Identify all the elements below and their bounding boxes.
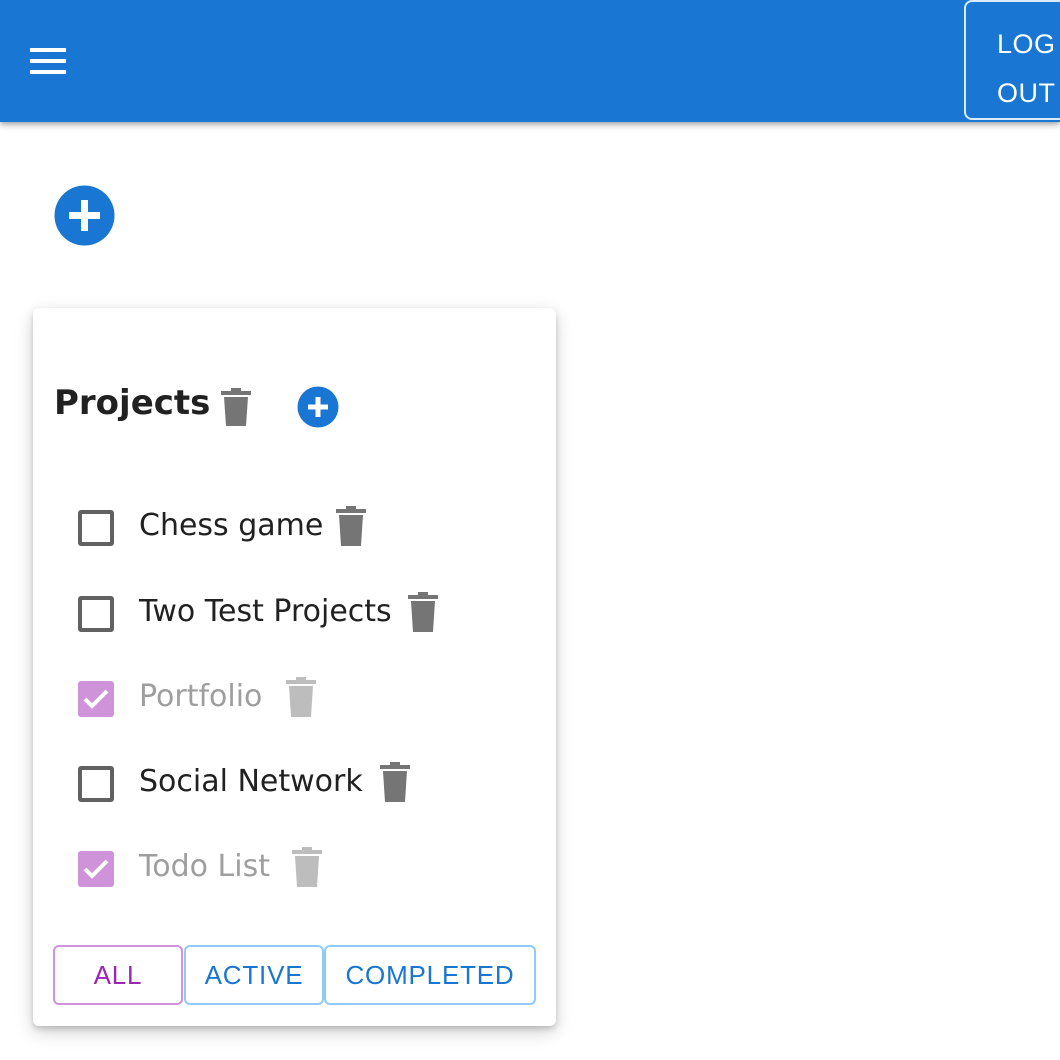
todo-label: Social Network <box>139 764 363 799</box>
todo-checkbox[interactable] <box>78 596 114 632</box>
todo-checkbox[interactable] <box>78 681 114 717</box>
app-bar: LOG OUT <box>0 0 1060 122</box>
delete-todo-button[interactable] <box>408 592 438 632</box>
add-todo-button[interactable] <box>297 386 339 428</box>
list-item: Social Network <box>33 762 556 826</box>
list-item: Portfolio <box>33 677 556 741</box>
checkmark-icon <box>83 689 109 709</box>
todo-checkbox[interactable] <box>78 766 114 802</box>
trash-icon <box>408 592 438 632</box>
card-title: Projects <box>54 383 211 423</box>
todo-label: Chess game <box>139 508 324 543</box>
delete-todo-button[interactable] <box>380 762 410 802</box>
filter-all-button[interactable]: ALL <box>53 945 183 1005</box>
trash-icon <box>292 847 322 887</box>
projects-card: Projects Chess game Two Test Projects Po… <box>33 308 556 1026</box>
trash-icon <box>286 677 316 717</box>
todo-checkbox[interactable] <box>78 510 114 546</box>
menu-button[interactable] <box>26 44 70 80</box>
trash-icon <box>380 762 410 802</box>
delete-todo-button[interactable] <box>286 677 316 717</box>
trash-icon <box>336 506 366 546</box>
add-project-button[interactable] <box>54 185 115 246</box>
trash-icon <box>221 388 251 426</box>
add-circle-icon <box>54 185 115 246</box>
checkmark-icon <box>83 859 109 879</box>
delete-list-button[interactable] <box>221 388 251 426</box>
list-item: Todo List <box>33 847 556 911</box>
add-circle-icon <box>297 386 339 428</box>
filter-active-button[interactable]: ACTIVE <box>184 945 324 1005</box>
todo-label: Two Test Projects <box>139 594 392 629</box>
delete-todo-button[interactable] <box>336 506 366 546</box>
list-item: Chess game <box>33 506 556 570</box>
todo-checkbox[interactable] <box>78 851 114 887</box>
logout-button[interactable]: LOG OUT <box>964 0 1060 120</box>
delete-todo-button[interactable] <box>292 847 322 887</box>
filter-completed-button[interactable]: COMPLETED <box>324 945 536 1005</box>
list-item: Two Test Projects <box>33 592 556 656</box>
logout-label-line1: LOG <box>997 29 1056 59</box>
logout-label-line2: OUT <box>997 78 1056 108</box>
todo-label: Portfolio <box>139 679 263 714</box>
todo-label: Todo List <box>139 849 270 884</box>
menu-icon <box>30 48 66 74</box>
